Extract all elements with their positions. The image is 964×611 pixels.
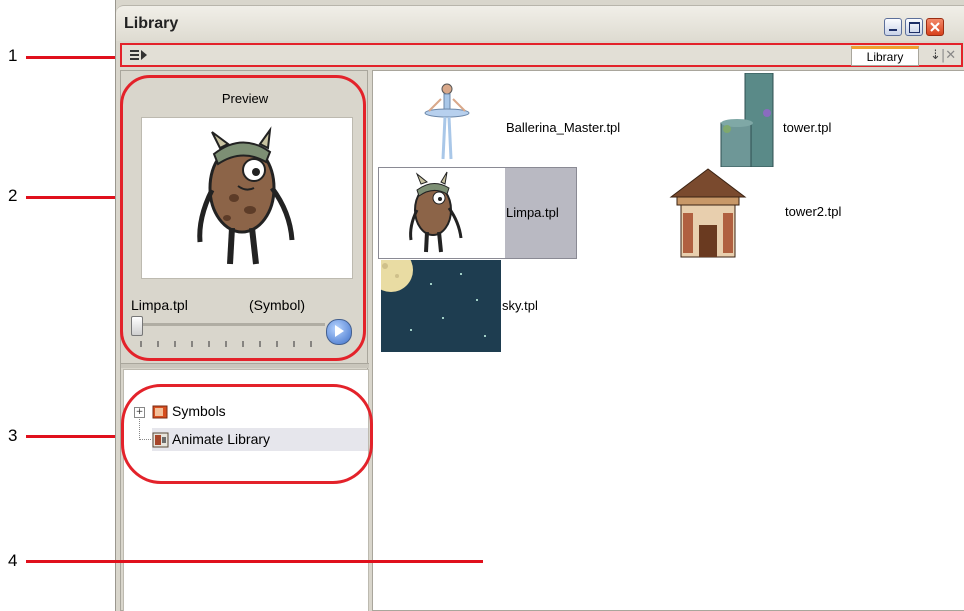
callout-number-4: 4	[8, 551, 18, 570]
window-title: Library	[124, 15, 179, 32]
maximize-icon	[909, 22, 920, 33]
library-item-sky[interactable]: sky.tpl	[381, 260, 571, 352]
callout-line-3	[26, 435, 122, 438]
callout-number-3: 3	[8, 426, 18, 445]
library-item-label: tower2.tpl	[785, 204, 842, 219]
callout-oval-preview	[120, 75, 366, 361]
library-items-view[interactable]: Ballerina_Master.tpl tower.tpl Limpa.tpl…	[372, 70, 964, 611]
callout-oval-tree	[121, 384, 373, 484]
tower-thumbnail	[720, 73, 774, 167]
library-item-limpa[interactable]: Limpa.tpl	[378, 167, 577, 259]
tab-library[interactable]: Library	[851, 46, 919, 66]
tower2-thumbnail	[669, 168, 747, 258]
ballerina-thumbnail	[424, 83, 470, 160]
library-item-label: sky.tpl	[502, 298, 538, 313]
close-icon	[930, 22, 940, 32]
selected-thumbnail-bg	[379, 168, 505, 258]
maximize-button[interactable]	[905, 18, 923, 36]
callout-number-1: 1	[8, 46, 18, 65]
menu-icon	[130, 50, 147, 60]
library-item-label: tower.tpl	[783, 120, 832, 135]
tab-close-icon[interactable]: |✕	[941, 48, 956, 63]
callout-line-2	[26, 196, 121, 199]
minimize-button[interactable]	[884, 18, 902, 36]
title-bar[interactable]: Library	[116, 5, 964, 41]
library-toolbar: Library ⇣|✕	[120, 43, 963, 67]
library-item-tower2[interactable]: tower2.tpl	[663, 167, 863, 259]
callout-line-4	[26, 560, 483, 563]
library-item-ballerina[interactable]: Ballerina_Master.tpl	[393, 77, 620, 167]
limpa-thumbnail	[409, 171, 463, 253]
library-item-label: Limpa.tpl	[506, 205, 559, 220]
sky-thumbnail	[381, 260, 501, 352]
close-button[interactable]	[926, 18, 944, 36]
view-menu-button[interactable]	[128, 48, 150, 63]
dock-close-controls[interactable]: ⇣|✕	[930, 48, 956, 63]
callout-number-2: 2	[8, 186, 18, 205]
dock-icon[interactable]: ⇣	[930, 48, 941, 63]
panel-separator[interactable]	[121, 363, 369, 368]
minimize-icon	[889, 29, 897, 31]
library-item-tower[interactable]: tower.tpl	[713, 73, 873, 167]
library-item-label: Ballerina_Master.tpl	[506, 120, 621, 135]
callout-line-1	[26, 56, 118, 59]
